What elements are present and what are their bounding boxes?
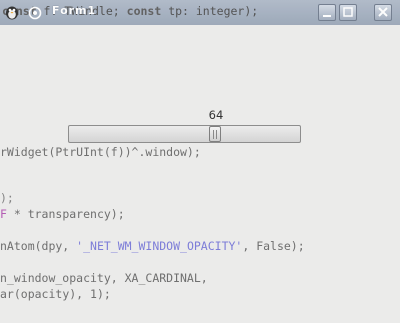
maximize-icon	[343, 7, 353, 17]
window-title: Form1	[52, 4, 97, 17]
close-button[interactable]	[374, 4, 392, 21]
title-code-rest: tp: integer);	[161, 4, 259, 18]
keyword-const-2: const	[126, 4, 162, 18]
minimize-icon	[323, 15, 331, 17]
code-line-5: n_window_opacity, XA_CARDINAL,	[0, 271, 208, 285]
code-line-1: rWidget(PtrUInt(f))^.window);	[0, 145, 201, 159]
slider-value-label: 64	[208, 108, 224, 122]
code-string-literal: '_NET_WM_WINDOW_OPACITY'	[76, 239, 243, 253]
code-line-6-post: (opacity), 1);	[13, 287, 111, 301]
code-line-3: F * transparency);	[0, 207, 125, 221]
code-line-4-post: , False);	[242, 239, 305, 253]
code-line-6-pre: ar	[0, 287, 14, 301]
minimize-button[interactable]	[318, 4, 336, 21]
transparency-slider-thumb[interactable]	[209, 126, 221, 142]
code-line-2: );	[0, 191, 14, 205]
code-line-4-pre: nAtom(dpy,	[0, 239, 77, 253]
code-line-6: ar(opacity), 1);	[0, 287, 111, 301]
system-menu-icon[interactable]	[28, 6, 42, 20]
maximize-button[interactable]	[339, 4, 357, 21]
window-title-bar[interactable]: const f: TWindle; const tp: integer); Fo…	[0, 0, 400, 25]
transparency-slider-track[interactable]	[68, 125, 301, 143]
code-line-4: nAtom(dpy, '_NET_WM_WINDOW_OPACITY', Fal…	[0, 239, 305, 253]
translucent-editor-background: rWidget(PtrUInt(f))^.window); ); F * tra…	[0, 0, 400, 323]
close-icon	[378, 7, 388, 17]
app-icon[interactable]	[5, 4, 19, 20]
